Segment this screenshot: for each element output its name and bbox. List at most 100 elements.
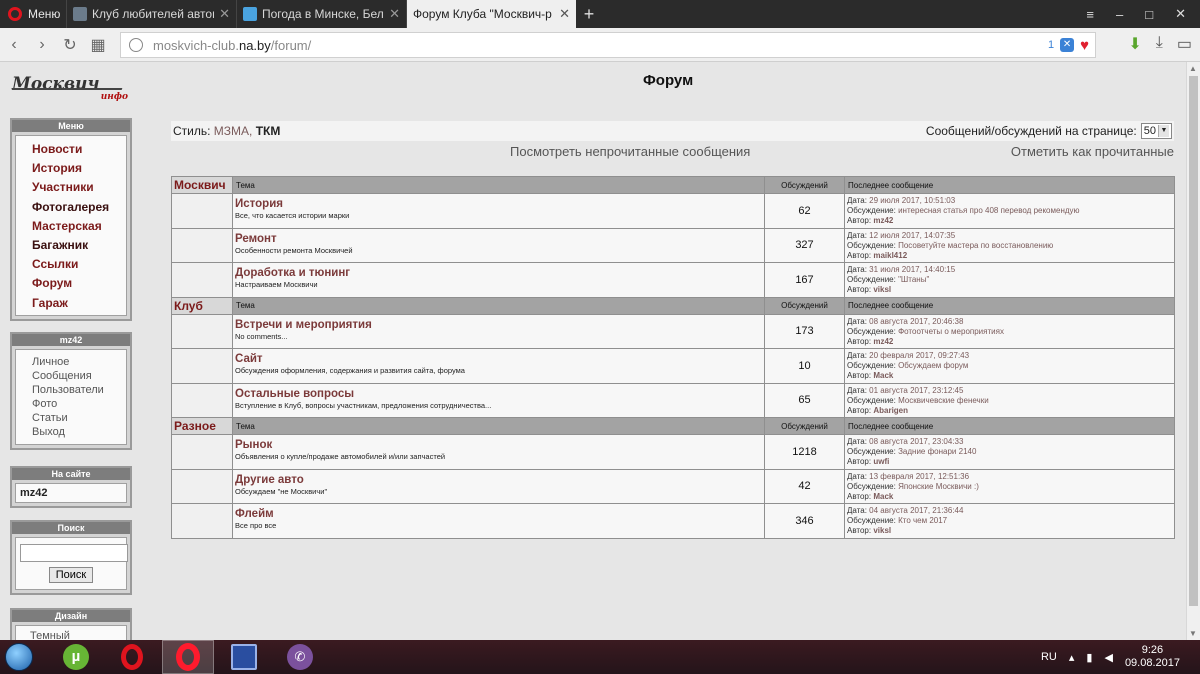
menu-item-workshop[interactable]: Мастерская (32, 217, 126, 236)
search-input[interactable] (20, 544, 128, 562)
last-author-link[interactable]: Abarigen (873, 406, 908, 415)
last-author-link[interactable]: Mack (873, 371, 893, 380)
last-author-link[interactable]: uwfi (873, 457, 889, 466)
topic-link[interactable]: Сайт (235, 353, 762, 366)
url-field[interactable]: moskvich-club. na.by/forum/ 1 ✕ ♥ (120, 32, 1096, 58)
style-option-tkm[interactable]: ТКМ (256, 124, 281, 138)
close-tab-icon[interactable]: ✕ (559, 6, 570, 22)
topic-link[interactable]: Флейм (235, 508, 762, 521)
opera-icon (8, 7, 22, 21)
col-last: Последнее сообщение (844, 176, 1175, 194)
topic-link[interactable]: Ремонт (235, 233, 762, 246)
volume-icon[interactable]: ◀ (1104, 651, 1112, 664)
download-icon[interactable]: ⬇ (1128, 34, 1141, 54)
design-item[interactable]: Темный (15, 625, 127, 640)
user-item-messages[interactable]: Сообщения (32, 369, 126, 383)
site-favicon-icon (73, 7, 87, 21)
forward-icon[interactable]: › (28, 36, 56, 54)
menu-item-gallery[interactable]: Фотогалерея (32, 198, 126, 217)
last-discussion-link[interactable]: "Штаны" (898, 275, 929, 284)
topic-link[interactable]: Остальные вопросы (235, 388, 762, 401)
last-discussion-link[interactable]: Задние фонари 2140 (898, 447, 976, 456)
taskbar-save[interactable] (218, 640, 270, 674)
tab-club[interactable]: Клуб любителей автомоб ✕ (66, 0, 236, 28)
unread-link[interactable]: Посмотреть непрочитанные сообщения (510, 144, 750, 159)
menu-item-members[interactable]: Участники (32, 178, 126, 197)
last-author-link[interactable]: maikl412 (873, 251, 907, 260)
vpn-badge-icon[interactable]: ✕ (1060, 38, 1075, 52)
last-discussion-link[interactable]: интересная статья про 408 перевод рекоме… (898, 206, 1079, 215)
downloads-icon[interactable]: ⤓ (1156, 34, 1163, 54)
last-discussion-link[interactable]: Москвичевские фенечки (898, 396, 989, 405)
topic-link[interactable]: Доработка и тюнинг (235, 267, 762, 280)
search-button[interactable]: Поиск (48, 566, 94, 583)
last-author-link[interactable]: mz42 (873, 216, 893, 225)
back-icon[interactable]: ‹ (0, 36, 28, 54)
last-author-link[interactable]: viksl (873, 526, 891, 535)
battery-icon[interactable]: ▭ (1177, 34, 1192, 54)
last-discussion-link[interactable]: Кто чем 2017 (898, 516, 947, 525)
last-discussion-link[interactable]: Японские Москвичи :) (898, 482, 979, 491)
topic-link[interactable]: Рынок (235, 439, 762, 452)
reload-icon[interactable]: ↻ (56, 35, 84, 55)
last-discussion-link[interactable]: Посоветуйте мастера по восстановлению (898, 241, 1053, 250)
taskbar-opera-active[interactable] (162, 640, 214, 674)
tab-weather[interactable]: Погода в Минске, Белару ✕ (236, 0, 406, 28)
new-tab-button[interactable]: + (576, 0, 602, 28)
user-item-personal[interactable]: Личное (32, 355, 126, 369)
close-tab-icon[interactable]: ✕ (389, 6, 400, 22)
opera-menu-button[interactable]: Меню (0, 0, 66, 28)
taskbar-utorrent[interactable]: µ (50, 640, 102, 674)
last-author-link[interactable]: viksl (873, 285, 891, 294)
close-window-icon[interactable]: ✕ (1175, 6, 1186, 22)
user-item-logout[interactable]: Выход (32, 425, 126, 439)
windows-taskbar: µ ✆ RU ▴ ▮ ◀ 9:26 09.08.2017 (0, 640, 1200, 674)
online-user[interactable]: mz42 (15, 483, 127, 503)
scroll-down-icon[interactable]: ▼ (1189, 629, 1197, 638)
category-name[interactable]: Москвич (171, 176, 233, 194)
menu-item-garage[interactable]: Гараж (32, 294, 126, 313)
taskbar-opera[interactable] (106, 640, 158, 674)
topic-link[interactable]: История (235, 198, 762, 211)
last-author-link[interactable]: mz42 (873, 337, 893, 346)
taskbar-viber[interactable]: ✆ (274, 640, 326, 674)
style-option-mzma[interactable]: МЗМА, (214, 124, 253, 138)
speed-dial-icon[interactable]: ▦ (84, 35, 112, 55)
scroll-thumb[interactable] (1189, 76, 1198, 606)
close-tab-icon[interactable]: ✕ (219, 6, 230, 22)
user-item-users[interactable]: Пользователи (32, 383, 126, 397)
maximize-icon[interactable]: □ (1145, 7, 1153, 22)
tab-forum[interactable]: / Форум Клуба "Москвич-р ✕ (406, 0, 576, 28)
menu-item-news[interactable]: Новости (32, 140, 126, 159)
last-discussion-link[interactable]: Фотоотчеты о мероприятиях (898, 327, 1004, 336)
topic-link[interactable]: Другие авто (235, 474, 762, 487)
start-button[interactable] (0, 640, 38, 674)
page-scrollbar[interactable]: ▲ ▼ (1186, 62, 1200, 640)
network-icon[interactable]: ▮ (1086, 651, 1092, 664)
last-author-link[interactable]: Mack (873, 492, 893, 501)
site-logo[interactable]: Москвич инфо (11, 74, 130, 104)
panel-header: Дизайн (12, 610, 130, 622)
category-name[interactable]: Клуб (171, 296, 233, 315)
clock[interactable]: 9:26 09.08.2017 (1125, 644, 1180, 670)
last-author-label: Автор: (847, 336, 872, 346)
last-discussion-link[interactable]: Обсуждаем форум (898, 361, 968, 370)
last-date-label: Дата: (847, 196, 867, 205)
mark-read-link[interactable]: Отметить как прочитанные (1011, 144, 1174, 159)
user-item-photo[interactable]: Фото (32, 397, 126, 411)
scroll-up-icon[interactable]: ▲ (1189, 64, 1197, 73)
menu-lines-icon[interactable]: ≡ (1086, 7, 1094, 22)
col-topic: Тема (232, 296, 765, 315)
topic-link[interactable]: Встречи и мероприятия (235, 319, 762, 332)
per-page-select[interactable]: 50 ▼ (1140, 123, 1172, 139)
menu-item-links[interactable]: Ссылки (32, 255, 126, 274)
tray-arrow-icon[interactable]: ▴ (1069, 651, 1075, 664)
minimize-icon[interactable]: – (1116, 7, 1123, 22)
menu-item-trunk[interactable]: Багажник (32, 236, 126, 255)
user-item-articles[interactable]: Статьи (32, 411, 126, 425)
category-name[interactable]: Разное (171, 417, 233, 435)
language-indicator[interactable]: RU (1041, 651, 1057, 663)
menu-item-forum[interactable]: Форум (32, 274, 126, 293)
heart-icon[interactable]: ♥ (1080, 37, 1089, 54)
menu-item-history[interactable]: История (32, 159, 126, 178)
